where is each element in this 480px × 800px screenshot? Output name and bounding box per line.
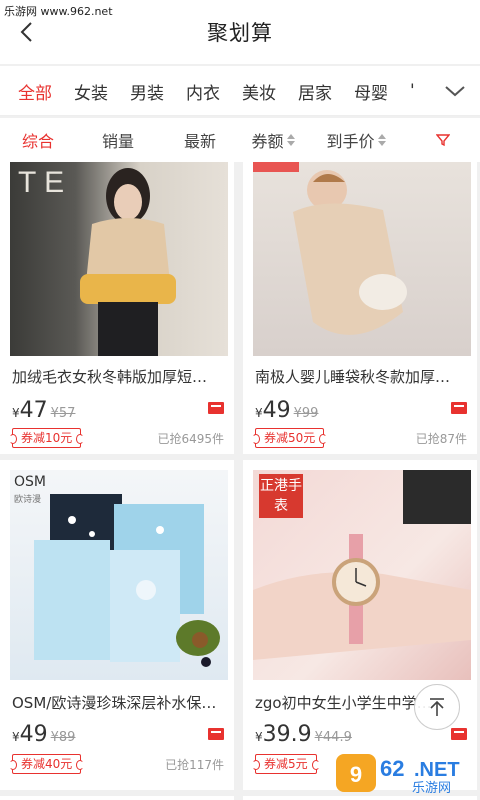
svg-text:9: 9: [350, 762, 362, 787]
filter-icon: [436, 134, 450, 147]
original-price: ¥44.9: [314, 730, 352, 745]
sort-label: 销量: [101, 132, 134, 151]
product-title: OSM/欧诗漫珍珠深层补水保…: [12, 694, 217, 712]
model-photo: T E: [18, 166, 176, 356]
price-value: 47: [19, 398, 48, 423]
tab-baby[interactable]: 母婴: [354, 79, 388, 104]
currency-symbol: ¥: [12, 730, 20, 744]
coupon-badge: 券减40元: [8, 754, 85, 774]
mask-packs-photo: [34, 494, 220, 667]
tab-home[interactable]: 居家: [298, 79, 332, 104]
tmall-icon: [451, 402, 467, 414]
svg-text:乐游网: 乐游网: [412, 781, 451, 794]
sold-count: 已抢6495件: [157, 432, 224, 446]
tab-all[interactable]: 全部: [18, 79, 52, 115]
sort-final-price[interactable]: 到手价: [306, 128, 406, 152]
svg-text:T E: T E: [18, 166, 64, 199]
coupon-badge: 券减5元: [252, 754, 320, 774]
sold-count: 已抢117件: [165, 758, 224, 772]
sort-label: 最新: [183, 132, 216, 151]
tmall-icon: [208, 728, 224, 740]
sort-bar: 综合 销量 最新 券额 到手价: [0, 118, 480, 162]
sold-count: 已抢87件: [415, 432, 467, 446]
category-bar: 全部 女装 男装 内衣 美妆 居家 母婴 ': [0, 66, 480, 116]
product-price: ¥49 ¥89: [12, 722, 75, 747]
tab-womens[interactable]: 女装: [74, 79, 108, 104]
sort-sales[interactable]: 销量: [76, 128, 160, 152]
sort-coupon[interactable]: 券额: [240, 128, 306, 152]
tmall-icon: [451, 728, 467, 740]
product-image: OSM 欧诗漫: [10, 470, 228, 680]
product-price: ¥47 ¥57: [12, 398, 75, 423]
tab-beauty[interactable]: 美妆: [242, 79, 276, 104]
watch-brand-badge: 正港手表: [259, 474, 303, 518]
svg-text:62: 62: [380, 756, 404, 781]
sort-label: 综合: [21, 132, 54, 151]
product-card[interactable]: 正港手表 zgo初中女生小学生中学… ¥39.9 ¥44.9 券减5元: [243, 460, 477, 790]
product-card[interactable]: OSM 欧诗漫 OSM/欧诗漫珍珠深层补水保… ¥49 ¥89 券减40元 已抢1…: [0, 460, 234, 790]
product-price: ¥49 ¥99: [255, 398, 318, 423]
coupon-badge: 券减50元: [251, 428, 328, 448]
brand-text: OSM: [14, 474, 46, 490]
chevron-down-icon: [445, 86, 465, 97]
sort-arrows-icon: [377, 134, 386, 146]
product-image: [253, 162, 471, 356]
baby-photo: [253, 162, 407, 335]
tab-partial[interactable]: ': [410, 81, 415, 101]
original-price: ¥99: [293, 406, 319, 421]
price-value: 49: [19, 722, 48, 747]
currency-symbol: ¥: [255, 730, 263, 744]
original-price: ¥89: [50, 730, 76, 745]
product-title: 南极人婴儿睡袋秋冬款加厚…: [255, 368, 451, 386]
sort-label: 券额: [251, 132, 284, 151]
price-value: 49: [262, 398, 291, 423]
svg-text:.NET: .NET: [414, 759, 460, 781]
tab-underwear[interactable]: 内衣: [186, 79, 220, 104]
price-value: 39.9: [262, 722, 312, 747]
arrow-up-icon: [430, 698, 444, 716]
filter-button[interactable]: [406, 133, 480, 147]
tab-mens[interactable]: 男装: [130, 79, 164, 104]
original-price: ¥57: [50, 406, 76, 421]
brand-subtext: 欧诗漫: [14, 495, 42, 505]
site-watermark-logo: 9 62 .NET 乐游网: [336, 754, 460, 794]
category-expand-button[interactable]: [430, 66, 480, 115]
product-card[interactable]: 南极人婴儿睡袋秋冬款加厚… ¥49 ¥99 券减50元 已抢87件: [243, 162, 477, 454]
back-button[interactable]: [14, 18, 42, 46]
sort-label: 到手价: [326, 132, 375, 151]
back-to-top-button[interactable]: [414, 684, 460, 730]
sort-composite[interactable]: 综合: [0, 128, 76, 152]
product-title: 加绒毛衣女秋冬韩版加厚短…: [12, 368, 208, 386]
product-image: T E: [10, 162, 228, 356]
coupon-badge: 券减10元: [8, 428, 85, 448]
product-image: 正港手表: [253, 470, 471, 680]
watermark-text: 乐游网 www.962.net: [4, 5, 113, 18]
currency-symbol: ¥: [12, 406, 20, 420]
product-grid: T E 加绒毛衣女秋冬韩版加厚短… ¥47¥57 券减10元 已抢6495件: [0, 162, 480, 800]
product-card-partial: [0, 796, 234, 800]
tmall-icon: [208, 402, 224, 414]
product-price: ¥39.9 ¥44.9: [255, 722, 352, 747]
product-card[interactable]: T E 加绒毛衣女秋冬韩版加厚短… ¥47 ¥57 券减10元 已抢6495件: [0, 162, 234, 454]
sort-newest[interactable]: 最新: [160, 128, 240, 152]
product-card-partial: [243, 796, 477, 800]
sort-arrows-icon: [286, 134, 295, 146]
page-title: 聚划算: [207, 21, 273, 45]
back-arrow-icon: [20, 22, 32, 42]
currency-symbol: ¥: [255, 406, 263, 420]
